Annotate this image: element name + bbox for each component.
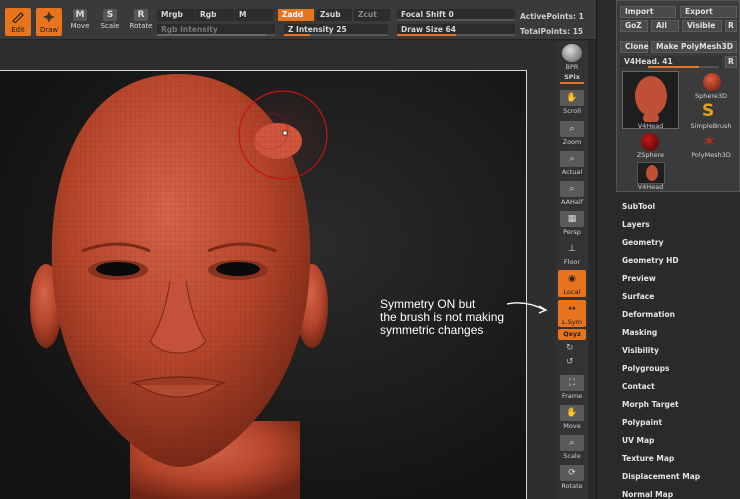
menu-item-deformation[interactable]: Deformation [622, 310, 675, 319]
magnifier-icon: ⌕ [560, 121, 584, 137]
move-icon: M [73, 9, 87, 21]
menu-item-texture-map[interactable]: Texture Map [622, 454, 674, 463]
scale-magnifier-icon: ⌕ [560, 435, 584, 451]
bpr-button[interactable]: BPR [558, 43, 586, 71]
menu-item-morph-target[interactable]: Morph Target [622, 400, 679, 409]
mrgb-button[interactable]: Mrgb [157, 9, 195, 21]
magnifier-half-icon: ⌕ [560, 181, 584, 197]
menu-item-displacement-map[interactable]: Displacement Map [622, 472, 700, 481]
zsub-button[interactable]: Zsub [316, 9, 352, 21]
menu-item-preview[interactable]: Preview [622, 274, 656, 283]
menu-item-layers[interactable]: Layers [622, 220, 650, 229]
actual-button[interactable]: ⌕ Actual [558, 150, 586, 177]
menu-item-visibility[interactable]: Visibility [622, 346, 659, 355]
head-model [30, 74, 328, 499]
menu-item-normal-map[interactable]: Normal Map [622, 490, 673, 499]
menu-item-contact[interactable]: Contact [622, 382, 655, 391]
draw-button[interactable]: Draw [36, 8, 62, 36]
z-intensity-slider[interactable]: Z Intensity 25 [284, 24, 388, 36]
lsym-button[interactable]: ↔ L.Sym [558, 300, 586, 327]
goz-button[interactable]: GoZ [620, 20, 648, 32]
current-tool-slider[interactable]: V4Head. 41 [620, 56, 722, 68]
scale-icon: S [103, 9, 117, 21]
head-thumb-icon [635, 76, 667, 124]
edit-button[interactable]: Edit [5, 8, 31, 36]
menu-item-surface[interactable]: Surface [622, 292, 654, 301]
rotate-axis-icon[interactable]: ↻ [566, 343, 574, 353]
draw-size-slider[interactable]: Draw Size 64 [397, 24, 515, 36]
move-hand-icon: ✋ [560, 405, 584, 421]
rotate-icon: R [134, 9, 148, 21]
move-button[interactable]: M Move [67, 9, 93, 35]
hand-icon: ✋ [560, 90, 584, 106]
visible-button[interactable]: Visible [682, 20, 722, 32]
scale-button[interactable]: S Scale [97, 9, 123, 35]
rotate-view-button[interactable]: ⟳ Rotate [558, 464, 586, 491]
symmetry-icon: ↔ [560, 301, 584, 317]
v4head-thumb-small[interactable] [637, 162, 665, 184]
make-polymesh-button[interactable]: Make PolyMesh3D [651, 41, 737, 53]
right-tool-strip: BPR SPix ✋ Scroll ⌕ Zoom ⌕ Actual ⌕ AAHa… [556, 41, 588, 499]
zcut-button[interactable]: Zcut [354, 9, 390, 21]
rotate-view-icon: ⟳ [560, 465, 584, 481]
rotate-button[interactable]: R Rotate [128, 9, 154, 35]
scale-view-button[interactable]: ⌕ Scale [558, 434, 586, 461]
menu-item-masking[interactable]: Masking [622, 328, 657, 337]
rgb-button[interactable]: Rgb [196, 9, 234, 21]
frame-icon: ⛶ [560, 375, 584, 391]
clone-button[interactable]: Clone [620, 41, 649, 53]
viewport-canvas[interactable] [0, 70, 527, 499]
m-button[interactable]: M [235, 9, 273, 21]
v4head-thumb[interactable] [622, 71, 679, 129]
annotation-arrow [506, 302, 548, 314]
menu-item-polypaint[interactable]: Polypaint [622, 418, 662, 427]
top-toolbar: Edit Draw M Move S Scale R Rotate Mrgb R… [0, 0, 612, 40]
zadd-button[interactable]: Zadd [278, 9, 314, 21]
zsphere-thumb-icon[interactable] [641, 133, 659, 151]
menu-item-subtool[interactable]: SubTool [622, 202, 655, 211]
perspective-grid-icon: ▦ [560, 211, 584, 227]
export-button[interactable]: Export [680, 6, 737, 18]
local-icon: ◉ [560, 271, 584, 287]
simplebrush-thumb-icon[interactable]: S [702, 101, 714, 121]
active-points-readout: ActivePoints: 1 [520, 12, 584, 21]
menu-item-uv-map[interactable]: UV Map [622, 436, 654, 445]
xyz-button[interactable]: Qxyz [558, 329, 586, 340]
all-button[interactable]: All [651, 20, 679, 32]
menu-item-geometry-hd[interactable]: Geometry HD [622, 256, 679, 265]
frame-button[interactable]: ⛶ Frame [558, 374, 586, 401]
floor-button[interactable]: ⊥ Floor [558, 240, 586, 267]
spix-slider[interactable]: SPix [558, 72, 586, 86]
focal-shift-slider[interactable]: Focal Shift 0 [397, 9, 515, 21]
draw-icon [38, 8, 60, 25]
total-points-readout: TotalPoints: 15 [520, 27, 584, 36]
menu-item-geometry[interactable]: Geometry [622, 238, 663, 247]
local-button[interactable]: ◉ Local [558, 270, 586, 297]
magnifier-actual-icon: ⌕ [560, 151, 584, 167]
head-small-icon [646, 165, 658, 181]
persp-button[interactable]: ▦ Persp [558, 210, 586, 237]
move-view-button[interactable]: ✋ Move [558, 404, 586, 431]
tool-palette: Import Export GoZ All Visible R Clone Ma… [616, 0, 740, 192]
polymesh3d-thumb-icon[interactable]: ✶ [702, 132, 716, 152]
zoom-button[interactable]: ⌕ Zoom [558, 120, 586, 147]
rgb-intensity-slider[interactable]: Rgb Intensity [157, 24, 275, 36]
sphere-render-icon [562, 44, 582, 62]
scroll-button[interactable]: ✋ Scroll [558, 89, 586, 116]
edit-icon [7, 8, 29, 25]
floor-icon: ⊥ [560, 241, 584, 257]
menu-item-polygroups[interactable]: Polygroups [622, 364, 670, 373]
aahalf-button[interactable]: ⌕ AAHalf [558, 180, 586, 207]
r-button[interactable]: R [725, 20, 737, 32]
sphere3d-thumb-icon[interactable] [703, 73, 721, 91]
rotate-axis-icon-2[interactable]: ↺ [566, 357, 574, 367]
import-button[interactable]: Import [620, 6, 676, 18]
r-button-2[interactable]: R [725, 56, 737, 68]
